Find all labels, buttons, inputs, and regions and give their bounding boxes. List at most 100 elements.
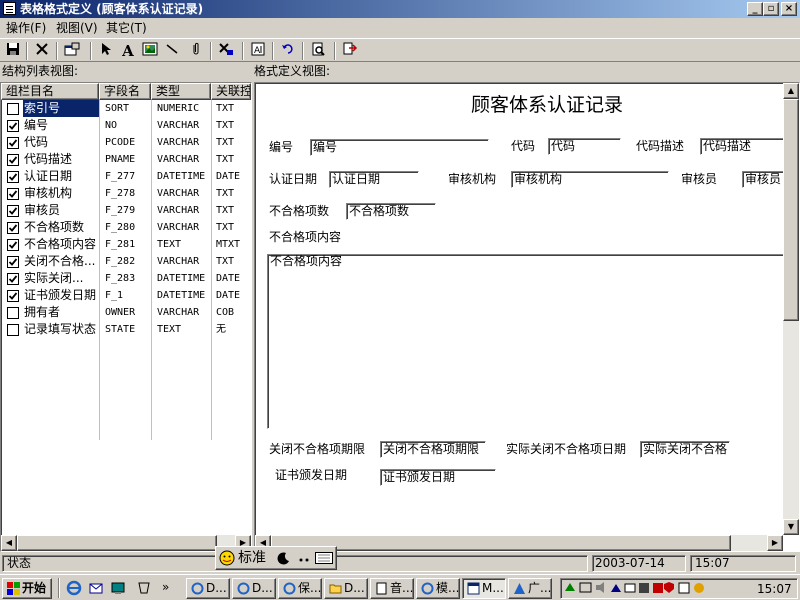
desktop-icon[interactable] [110, 580, 126, 596]
table-row[interactable]: 审核员 F_279 VARCHAR TXT [1, 202, 251, 219]
row-checkbox[interactable] [7, 205, 19, 217]
left-horizontal-scrollbar[interactable]: ◀ ▶ [1, 535, 251, 551]
cell-name: 索引号 [23, 100, 99, 117]
ime-mode[interactable]: 标准 [238, 549, 266, 567]
table-row[interactable]: 代码 PCODE VARCHAR TXT [1, 134, 251, 151]
table-row[interactable]: 关闭不合格... F_282 VARCHAR TXT [1, 253, 251, 270]
menu-other[interactable]: 其它(T) [106, 20, 147, 36]
row-checkbox[interactable] [7, 222, 19, 234]
close-button[interactable]: × [781, 2, 797, 16]
scroll-down-button[interactable]: ▼ [783, 519, 799, 535]
table-row[interactable]: 代码描述 PNAME VARCHAR TXT [1, 151, 251, 168]
table-row[interactable]: 拥有者 OWNER VARCHAR COB [1, 304, 251, 321]
row-checkbox[interactable] [7, 154, 19, 166]
row-checkbox[interactable] [7, 239, 19, 251]
table-row[interactable]: 证书颁发日期 F_1 DATETIME DATE [1, 287, 251, 304]
ie-icon[interactable] [66, 580, 82, 596]
scroll-thumb[interactable] [17, 535, 217, 551]
scroll-right-button[interactable]: ▶ [767, 535, 783, 551]
field-cert-issue[interactable]: 证书颁发日期 [380, 469, 496, 486]
task-button-6[interactable]: 模... [416, 578, 460, 599]
row-checkbox[interactable] [7, 188, 19, 200]
field-nc-count[interactable]: 不合格项数 [346, 203, 436, 220]
table-row[interactable]: 审核机构 F_278 VARCHAR TXT [1, 185, 251, 202]
field-nc-content[interactable]: 不合格项内容 [267, 254, 784, 429]
task-button-1[interactable]: D... [186, 578, 230, 599]
format-pane-label: 格式定义视图: [254, 64, 331, 78]
soft-keyboard-icon[interactable] [315, 551, 333, 565]
minimize-button[interactable]: _ [747, 2, 763, 16]
row-checkbox[interactable] [7, 307, 19, 319]
row-checkbox[interactable] [7, 103, 19, 115]
table-row[interactable]: 编号 NO VARCHAR TXT [1, 117, 251, 134]
table-row[interactable]: 不合格项内容 F_281 TEXT MTXT [1, 236, 251, 253]
task-button-4[interactable]: D... [324, 578, 368, 599]
scroll-thumb[interactable] [271, 535, 731, 551]
field-code[interactable]: 代码 [548, 138, 621, 155]
task-button-2[interactable]: D... [232, 578, 276, 599]
field-auditor[interactable]: 审核员 [742, 171, 784, 188]
delete-icon[interactable] [32, 42, 52, 60]
table-row[interactable]: 索引号 SORT NUMERIC TXT [1, 100, 251, 117]
menu-operate[interactable]: 操作(F) [6, 20, 46, 36]
format-definition-view[interactable]: 顾客体系认证记录 编号 编号 代码 代码 代码描述 代码描述 认证日期 认证日期… [254, 82, 800, 552]
quicklaunch-more-icon[interactable]: » [162, 578, 169, 596]
preview-icon[interactable] [308, 42, 328, 60]
scroll-up-button[interactable]: ▲ [783, 83, 799, 99]
undo-icon[interactable] [278, 42, 298, 60]
structure-list-view[interactable]: 组栏目名 字段名 类型 关联控 索引号 SORT NUMERIC TXT 编号 NO VAR… [0, 82, 252, 552]
export-icon[interactable] [340, 42, 360, 60]
table-row[interactable]: 认证日期 F_277 DATETIME DATE [1, 168, 251, 185]
scroll-thumb[interactable] [783, 99, 799, 321]
line-icon[interactable] [162, 42, 182, 60]
ime-toolbar[interactable]: 标准 [215, 546, 337, 570]
status-bar: 状态 2003-07-14 15:07 [0, 553, 800, 573]
ie-icon [237, 582, 250, 595]
field-close-deadline[interactable]: 关闭不合格项期限 [380, 441, 486, 458]
menu-view[interactable]: 视图(V) [56, 20, 98, 36]
save-icon[interactable] [3, 42, 23, 60]
properties-icon[interactable] [62, 42, 82, 60]
start-button[interactable]: 开始 [2, 578, 52, 599]
outlook-icon[interactable] [88, 580, 104, 596]
pointer-icon[interactable] [96, 42, 116, 60]
text-icon[interactable]: A [118, 42, 138, 60]
column-header-type[interactable]: 类型 [151, 83, 211, 100]
system-tray: 15:07 [560, 578, 798, 599]
table-row[interactable]: 实际关闭... F_283 DATETIME DATE [1, 270, 251, 287]
row-checkbox[interactable] [7, 171, 19, 183]
attach-icon[interactable] [186, 42, 206, 60]
column-header-field[interactable]: 字段名 [99, 83, 151, 100]
row-checkbox[interactable] [7, 324, 19, 336]
task-button-5[interactable]: 音... [370, 578, 414, 599]
row-checkbox[interactable] [7, 273, 19, 285]
image-icon[interactable] [140, 42, 160, 60]
task-button-active[interactable]: M... [462, 578, 506, 599]
right-vertical-scrollbar[interactable]: ▲ ▼ [783, 83, 799, 535]
tray-icons [565, 582, 704, 594]
punctuation-icon[interactable] [296, 550, 312, 566]
restore-button[interactable]: ▫ [763, 2, 779, 16]
field-cert-date[interactable]: 认证日期 [329, 171, 419, 188]
column-header-control[interactable]: 关联控 [211, 83, 251, 100]
task-button-8[interactable]: 广... [508, 578, 552, 599]
ime-logo-icon[interactable] [219, 550, 235, 566]
field-actual-close[interactable]: 实际关闭不合格 [640, 441, 730, 458]
column-header-name[interactable]: 组栏目名 [1, 83, 99, 100]
row-checkbox[interactable] [7, 120, 19, 132]
row-checkbox[interactable] [7, 290, 19, 302]
field-audit-org[interactable]: 审核机构 [511, 171, 669, 188]
field-code-desc[interactable]: 代码描述 [700, 138, 784, 155]
row-checkbox[interactable] [7, 256, 19, 268]
task-button-3[interactable]: 保... [278, 578, 322, 599]
tools-icon[interactable] [216, 42, 236, 60]
status-date: 2003-07-14 [592, 555, 686, 572]
scroll-left-button[interactable]: ◀ [1, 535, 17, 551]
table-row[interactable]: 不合格项数 F_280 VARCHAR TXT [1, 219, 251, 236]
half-width-moon-icon[interactable] [276, 550, 292, 566]
quicklaunch-app-icon[interactable] [136, 580, 152, 596]
font-icon[interactable]: A [248, 42, 268, 60]
table-row[interactable]: 记录填写状态 STATE TEXT 无 [1, 321, 251, 338]
row-checkbox[interactable] [7, 137, 19, 149]
field-no[interactable]: 编号 [310, 139, 489, 156]
